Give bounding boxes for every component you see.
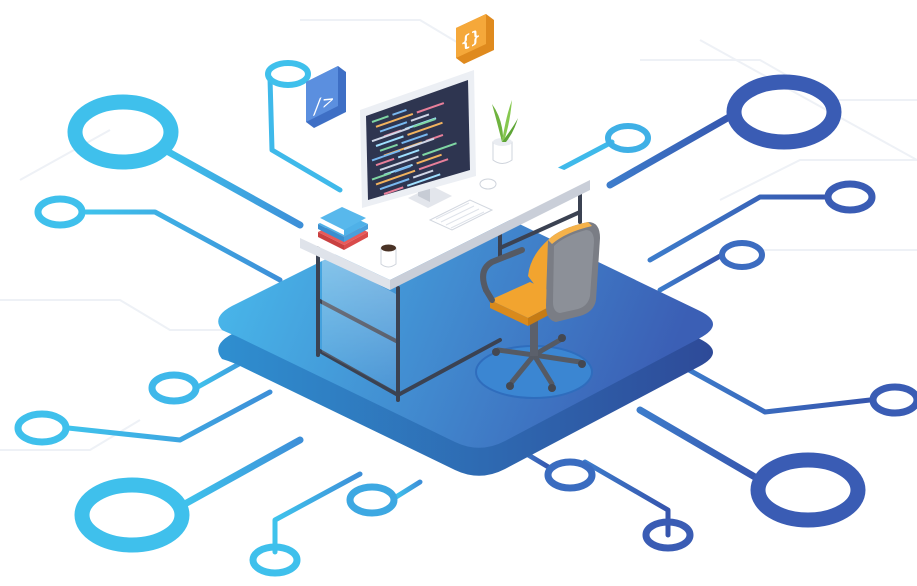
circuit-node [74, 477, 190, 553]
circuit-node [544, 458, 596, 492]
circuit-node [346, 483, 398, 517]
circuit-node [750, 452, 866, 528]
circuit-node [14, 410, 70, 446]
circuit-node [719, 240, 765, 270]
circuit-node [34, 195, 86, 229]
illustration-canvas: /> {} [0, 14, 917, 577]
circuit-node [67, 94, 179, 170]
circuit-node [869, 383, 917, 417]
circuit-node [148, 371, 200, 405]
curly-braces-icon: {} [456, 14, 494, 64]
coffee-mug-icon [380, 244, 397, 268]
circuit-node [265, 60, 311, 88]
developer-workspace-illustration: /> {} [0, 0, 917, 581]
circuit-node [726, 74, 842, 150]
code-tag-icon: /> [306, 66, 346, 128]
mouse-icon [479, 178, 497, 190]
circuit-node [605, 123, 651, 153]
circuit-node [824, 180, 876, 214]
